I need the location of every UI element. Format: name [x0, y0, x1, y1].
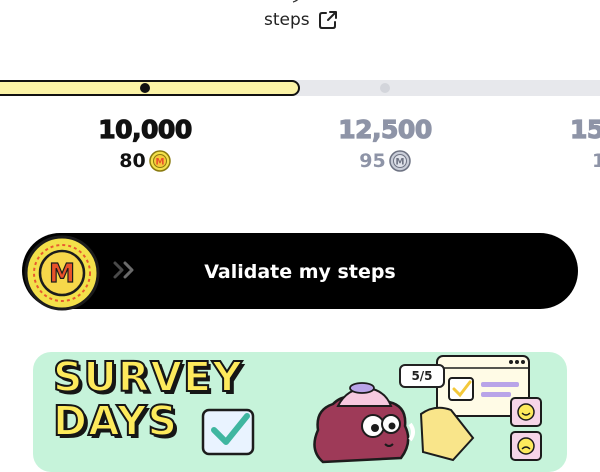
- coin-m-icon: M: [24, 235, 100, 311]
- validate-steps-label: Validate my steps: [204, 261, 396, 283]
- steps-link[interactable]: steps: [264, 8, 339, 32]
- survey-progress-tag: 5/5: [399, 364, 445, 388]
- coin-letter: M: [49, 259, 75, 289]
- milestone-steps: 15: [569, 114, 600, 144]
- steps-link-label: steps: [264, 10, 310, 30]
- survey-days-banner[interactable]: SURVEY DAYS 5/5: [33, 352, 567, 472]
- milestone-12500: 12,500 95 M: [305, 114, 465, 173]
- milestone-marker-reached: [140, 83, 150, 93]
- milestone-reward: 95 M: [305, 149, 465, 173]
- milestone-steps: 12,500: [338, 114, 433, 144]
- milestone-marker-next: [380, 83, 390, 93]
- milestone-10000: 10,000 80 M: [65, 114, 225, 173]
- external-link-icon: [318, 11, 337, 29]
- milestone-reward: 80 M: [65, 149, 225, 173]
- cloud-character-icon: [313, 382, 415, 464]
- milestone-reward-value: 80: [119, 150, 146, 172]
- survey-illustration: [201, 355, 542, 464]
- milestone-reward-value: 95: [359, 150, 386, 172]
- milestone-reward-value: 1: [592, 150, 600, 172]
- steps-header: steps: [0, 0, 600, 40]
- decorative-scribble-icon: [292, 0, 299, 3]
- svg-text:M: M: [155, 158, 164, 168]
- milestone-15000-partial: 15 1: [540, 114, 600, 173]
- milestone-steps: 10,000: [98, 114, 193, 144]
- silver-coin-icon: M: [388, 150, 411, 172]
- double-chevron-right-icon: [113, 261, 134, 279]
- step-progress-fill: [0, 80, 300, 96]
- gold-coin-icon: M: [148, 150, 171, 172]
- milestone-reward: 1: [592, 149, 600, 173]
- smiley-card-icon: [510, 397, 542, 461]
- svg-text:M: M: [395, 158, 404, 168]
- checkbox-icon: [201, 408, 255, 456]
